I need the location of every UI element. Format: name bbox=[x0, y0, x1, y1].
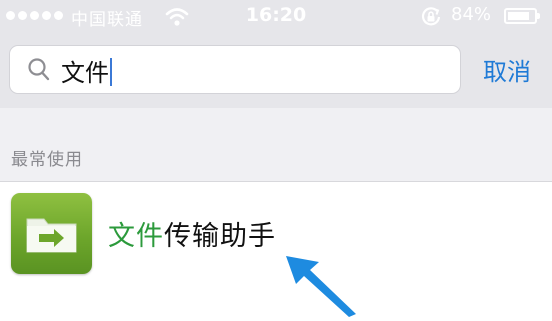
result-title: 文件传输助手 bbox=[108, 214, 276, 253]
search-query: 文件 bbox=[61, 59, 109, 87]
battery-icon bbox=[504, 8, 540, 24]
battery-percentage: 84% bbox=[451, 4, 492, 25]
pointer-arrow-icon bbox=[280, 248, 360, 321]
status-bar: 中国联通 16:20 84% bbox=[0, 0, 552, 34]
text-caret bbox=[110, 58, 112, 86]
search-icon bbox=[27, 57, 51, 87]
result-title-highlight: 文件 bbox=[108, 221, 164, 252]
cancel-button[interactable]: 取消 bbox=[483, 52, 531, 87]
battery-fill bbox=[508, 12, 529, 20]
file-transfer-icon bbox=[11, 193, 92, 274]
result-title-rest: 传输助手 bbox=[164, 221, 276, 252]
section-title: 最常使用 bbox=[11, 150, 83, 170]
rotation-lock-icon bbox=[420, 6, 442, 32]
search-input[interactable]: 文件 bbox=[9, 45, 461, 94]
